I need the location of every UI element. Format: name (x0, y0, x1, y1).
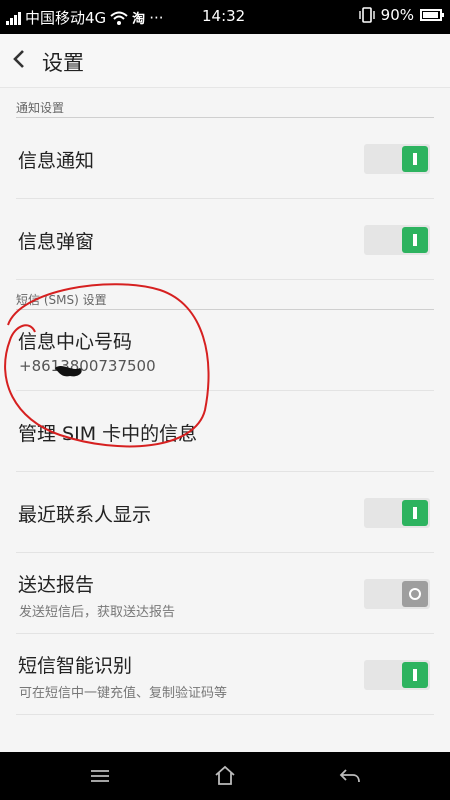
toggle-knob (402, 146, 428, 172)
delivery-report-toggle[interactable] (364, 579, 430, 609)
more-icon: ··· (149, 8, 164, 27)
setting-subtitle: +8613800737500 (19, 357, 156, 375)
battery-icon (420, 9, 444, 21)
status-bar: 中国移动4G 淘 ··· 14:32 90% (0, 0, 450, 34)
setting-row-recent-contacts[interactable]: 最近联系人显示 (16, 472, 434, 553)
settings-list: 通知设置 信息通知 信息弹窗 短信 (SMS) 设置 信息中心号码 +86138… (0, 88, 450, 752)
toggle-knob (402, 662, 428, 688)
setting-row-cutoff[interactable] (16, 715, 434, 752)
setting-title: 管理 SIM 卡中的信息 (18, 423, 198, 445)
toggle-knob (402, 581, 428, 607)
status-right: 90% (358, 6, 444, 24)
setting-row-message-popup[interactable]: 信息弹窗 (16, 199, 434, 280)
message-popup-toggle[interactable] (364, 225, 430, 255)
setting-row-smart-recognition[interactable]: 短信智能识别 可在短信中一键充值、复制验证码等 (16, 634, 434, 715)
page-title: 设置 (42, 51, 84, 75)
setting-row-manage-sim[interactable]: 管理 SIM 卡中的信息 (16, 391, 434, 472)
setting-row-delivery-report[interactable]: 送达报告 发送短信后，获取送达报告 (16, 553, 434, 634)
setting-title: 短信智能识别 (18, 655, 133, 677)
carrier-label: 中国移动4G (25, 9, 107, 27)
wifi-icon (110, 11, 128, 25)
toggle-knob (402, 227, 428, 253)
home-icon[interactable] (213, 764, 237, 788)
section-header-sms: 短信 (SMS) 设置 (16, 280, 434, 310)
menu-icon[interactable] (88, 764, 112, 788)
system-nav-bar (0, 752, 450, 800)
smart-recognition-toggle[interactable] (364, 660, 430, 690)
app-header: 设置 (0, 34, 450, 88)
setting-row-message-notify[interactable]: 信息通知 (16, 118, 434, 199)
toggle-knob (402, 500, 428, 526)
setting-subtitle: 发送短信后，获取送达报告 (19, 605, 176, 620)
section-header-notification: 通知设置 (16, 88, 434, 118)
message-notify-toggle[interactable] (364, 144, 430, 174)
taobao-icon: 淘 (132, 12, 146, 27)
setting-subtitle: 可在短信中一键充值、复制验证码等 (19, 686, 228, 701)
setting-row-message-center[interactable]: 信息中心号码 +8613800737500 (16, 310, 434, 391)
setting-title: 信息弹窗 (18, 231, 95, 253)
status-time: 14:32 (202, 7, 246, 25)
battery-percent: 90% (380, 6, 414, 24)
setting-title: 信息中心号码 (18, 331, 133, 353)
signal-icon (6, 11, 21, 25)
recent-contacts-toggle[interactable] (364, 498, 430, 528)
setting-title: 信息通知 (18, 150, 95, 172)
chevron-left-icon[interactable] (12, 48, 34, 72)
setting-title: 送达报告 (18, 574, 95, 596)
back-icon[interactable] (338, 764, 362, 788)
vibrate-icon (358, 7, 375, 23)
setting-title: 最近联系人显示 (18, 504, 152, 526)
status-left: 中国移动4G 淘 ··· (6, 7, 164, 28)
